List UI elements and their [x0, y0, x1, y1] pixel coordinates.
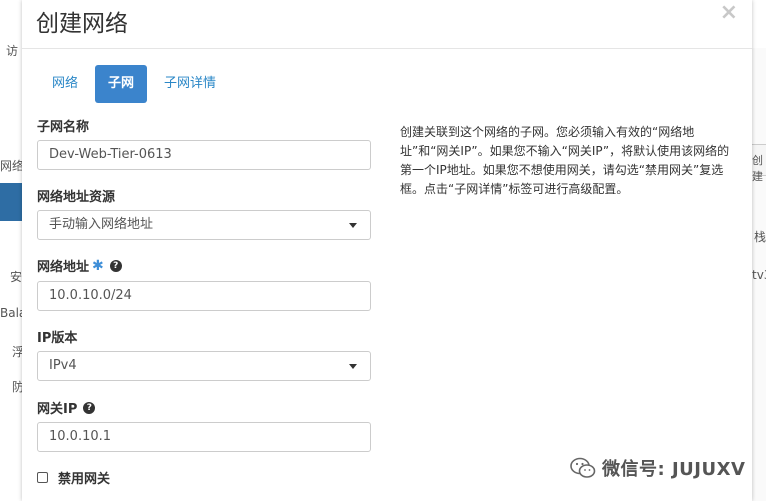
create-network-modal: 创建网络 × 网络 子网 子网详情 子网名称 Dev-Web-Tier-0613… — [22, 0, 752, 501]
watermark: 微信号: JUJUXV — [570, 455, 745, 481]
modal-header: 创建网络 × — [22, 0, 752, 49]
address-source-value: 手动输入网络地址 — [49, 217, 154, 232]
disable-gateway-label: 禁用网关 — [58, 472, 111, 487]
subnet-name-label: 子网名称 — [37, 120, 90, 135]
subnet-name-input[interactable]: Dev-Web-Tier-0613 — [37, 140, 371, 170]
gateway-ip-label: 网关IP? — [37, 398, 96, 417]
help-icon[interactable]: ? — [109, 259, 122, 272]
ip-version-select[interactable]: IPv4 — [37, 351, 371, 381]
caret-down-icon — [349, 364, 357, 369]
network-address-label: 网络地址 ✱? — [37, 256, 122, 275]
bg-right-fragment: 栈 — [754, 230, 766, 244]
wechat-icon — [570, 457, 596, 478]
modal-tabs: 网络 子网 子网详情 — [39, 65, 233, 103]
bg-right-fragment: 创建 — [752, 154, 763, 183]
watermark-text: 微信号: JUJUXV — [602, 459, 746, 480]
disable-gateway-row: 禁用网关 — [37, 468, 110, 487]
address-source-select[interactable]: 手动输入网络地址 — [37, 210, 371, 240]
bg-sidebar-fragment: 网络 — [0, 159, 25, 173]
tab-subnet[interactable]: 子网 — [95, 65, 148, 103]
address-source-label: 网络地址资源 — [37, 190, 116, 205]
modal-title: 创建网络 — [36, 11, 128, 37]
network-address-input[interactable]: 10.0.10.0/24 — [37, 281, 371, 311]
help-icon[interactable]: ? — [83, 401, 96, 414]
bg-right-fragment: tv3 — [752, 268, 766, 282]
ip-version-label: IP版本 — [37, 331, 78, 346]
required-icon: ✱ — [92, 257, 104, 274]
ip-version-value: IPv4 — [49, 358, 77, 373]
close-icon[interactable]: × — [720, 0, 738, 25]
caret-down-icon — [349, 223, 357, 228]
tab-subnet-details[interactable]: 子网详情 — [151, 65, 229, 103]
subnet-help-text: 创建关联到这个网络的子网。您必须输入有效的“网络地址”和“网关IP”。如果您不输… — [400, 125, 730, 196]
bg-sidebar-fragment: 访 — [6, 44, 19, 58]
tab-network[interactable]: 网络 — [39, 65, 91, 103]
bg-sidebar-active-item — [0, 183, 22, 221]
gateway-ip-input[interactable]: 10.0.10.1 — [37, 422, 371, 452]
disable-gateway-checkbox[interactable] — [37, 472, 48, 483]
bg-sidebar-fragment: 安 — [10, 270, 23, 284]
